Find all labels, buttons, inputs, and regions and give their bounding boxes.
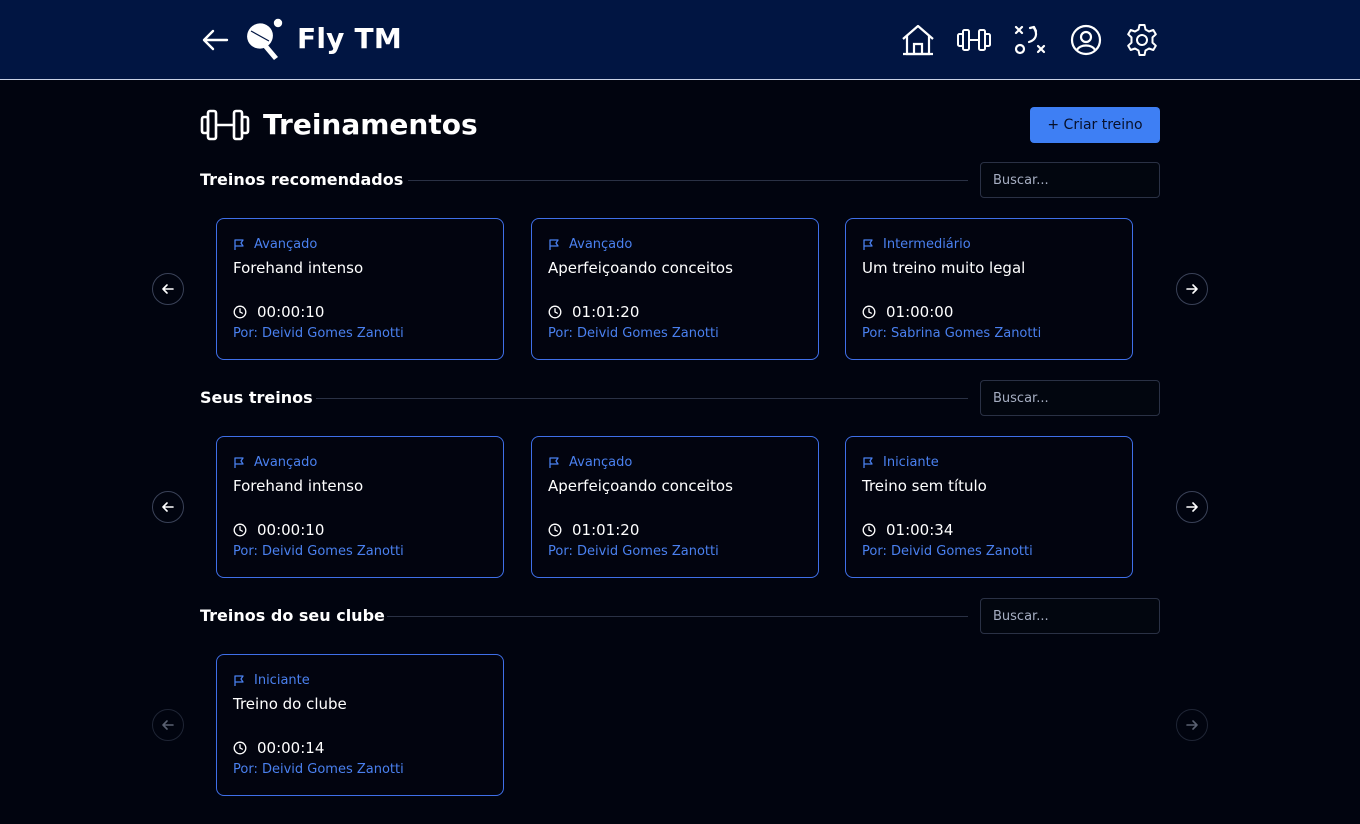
level-label: Intermediário (883, 237, 971, 252)
flag-icon (863, 239, 873, 250)
level-badge: Avançado (233, 237, 317, 252)
tactics-icon[interactable] (1012, 22, 1048, 58)
duration: 00:00:10 (233, 303, 324, 321)
flag-icon (234, 239, 244, 250)
carousel-next-button[interactable] (1176, 273, 1208, 305)
flag-icon (234, 457, 244, 468)
training-card[interactable]: Avançado Forehand intenso 00:00:10 Por: … (216, 436, 504, 578)
level-label: Avançado (254, 237, 318, 252)
duration: 00:00:10 (233, 521, 324, 539)
duration-value: 00:00:14 (257, 739, 325, 757)
duration: 01:01:20 (548, 521, 639, 539)
card-author: Por: Deivid Gomes Zanotti (548, 544, 719, 559)
clock-icon (862, 523, 876, 537)
section-my-trainings: Seus treinos Avançado Forehand intenso 0… (0, 380, 1360, 598)
training-card[interactable]: Iniciante Treino sem título 01:00:34 Por… (845, 436, 1133, 578)
search-input[interactable] (980, 380, 1160, 416)
level-label: Iniciante (883, 455, 939, 470)
level-badge: Avançado (548, 455, 632, 470)
training-card[interactable]: Iniciante Treino do clube 00:00:14 Por: … (216, 654, 504, 796)
level-badge: Avançado (233, 455, 317, 470)
level-label: Avançado (254, 455, 318, 470)
section-title: Treinos do seu clube (200, 606, 385, 625)
card-title: Forehand intenso (233, 477, 364, 495)
training-card[interactable]: Intermediário Um treino muito legal 01:0… (845, 218, 1133, 360)
duration: 01:00:00 (862, 303, 953, 321)
training-card[interactable]: Avançado Forehand intenso 00:00:10 Por: … (216, 218, 504, 360)
level-label: Avançado (569, 237, 633, 252)
card-author: Por: Deivid Gomes Zanotti (233, 762, 404, 777)
training-card[interactable]: Avançado Aperfeiçoando conceitos 01:01:2… (531, 218, 819, 360)
section-club-trainings: Treinos do seu clube Iniciante Treino do… (0, 598, 1360, 816)
duration: 00:00:14 (233, 739, 324, 757)
duration-value: 01:01:20 (572, 521, 640, 539)
arrow-right-icon (1186, 284, 1198, 294)
dumbbell-icon[interactable] (956, 22, 992, 58)
search-input[interactable] (980, 598, 1160, 634)
clock-icon (862, 305, 876, 319)
card-title: Treino do clube (233, 695, 347, 713)
flag-icon (863, 457, 873, 468)
divider (408, 180, 968, 181)
section-title: Seus treinos (200, 388, 313, 407)
arrow-right-icon (1186, 720, 1198, 730)
duration-value: 01:00:34 (886, 521, 954, 539)
section-recommended: Treinos recomendados Avançado Forehand i… (0, 162, 1360, 380)
clock-icon (548, 305, 562, 319)
app-brand[interactable]: Fly TM (297, 22, 402, 55)
carousel-prev-button[interactable] (152, 491, 184, 523)
level-badge: Intermediário (862, 237, 971, 252)
clock-icon (233, 305, 247, 319)
page-title: Treinamentos (263, 108, 478, 141)
level-badge: Iniciante (862, 455, 939, 470)
duration: 01:00:34 (862, 521, 953, 539)
level-label: Iniciante (254, 673, 310, 688)
training-card[interactable]: Avançado Aperfeiçoando conceitos 01:01:2… (531, 436, 819, 578)
flag-icon (549, 457, 559, 468)
level-badge: Iniciante (233, 673, 310, 688)
duration-value: 01:01:20 (572, 303, 640, 321)
divider (316, 398, 968, 399)
card-author: Por: Deivid Gomes Zanotti (233, 544, 404, 559)
search-input[interactable] (980, 162, 1160, 198)
card-title: Treino sem título (862, 477, 987, 495)
carousel-next-button[interactable] (1176, 491, 1208, 523)
user-circle-icon[interactable] (1068, 22, 1104, 58)
flag-icon (549, 239, 559, 250)
top-navbar: Fly TM (0, 0, 1360, 80)
carousel-prev-button[interactable] (152, 273, 184, 305)
duration-value: 00:00:10 (257, 521, 325, 539)
arrow-left-icon (162, 284, 174, 294)
card-author: Por: Deivid Gomes Zanotti (862, 544, 1033, 559)
level-label: Avançado (569, 455, 633, 470)
duration-value: 01:00:00 (886, 303, 954, 321)
card-author: Por: Sabrina Gomes Zanotti (862, 326, 1042, 341)
card-title: Aperfeiçoando conceitos (548, 259, 733, 277)
card-title: Aperfeiçoando conceitos (548, 477, 733, 495)
home-icon[interactable] (900, 22, 936, 58)
dumbbell-icon (200, 109, 250, 141)
carousel-prev-button[interactable] (152, 709, 184, 741)
duration: 01:01:20 (548, 303, 639, 321)
carousel-next-button[interactable] (1176, 709, 1208, 741)
card-title: Um treino muito legal (862, 259, 1026, 277)
clock-icon (233, 523, 247, 537)
arrow-right-icon (1186, 502, 1198, 512)
card-author: Por: Deivid Gomes Zanotti (233, 326, 404, 341)
card-title: Forehand intenso (233, 259, 364, 277)
arrow-left-icon (162, 720, 174, 730)
ping-pong-logo-icon (247, 18, 283, 60)
level-badge: Avançado (548, 237, 632, 252)
divider (387, 616, 968, 617)
create-training-button[interactable]: + Criar treino (1030, 107, 1160, 143)
flag-icon (234, 675, 244, 686)
duration-value: 00:00:10 (257, 303, 325, 321)
gear-icon[interactable] (1124, 22, 1160, 58)
section-title: Treinos recomendados (200, 170, 404, 189)
arrow-left-icon (162, 502, 174, 512)
clock-icon (548, 523, 562, 537)
back-arrow-icon[interactable] (200, 26, 230, 54)
clock-icon (233, 741, 247, 755)
card-author: Por: Deivid Gomes Zanotti (548, 326, 719, 341)
